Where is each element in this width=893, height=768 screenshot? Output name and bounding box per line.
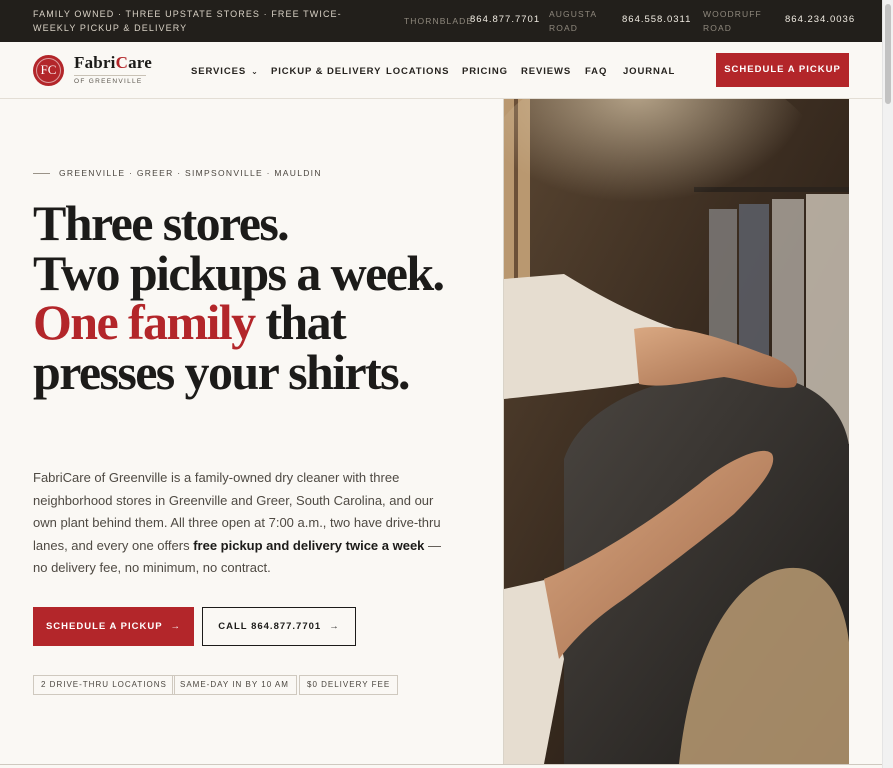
hero-description: FabriCare of Greenville is a family-owne… xyxy=(33,467,448,580)
scrollbar-thumb[interactable] xyxy=(885,4,891,104)
nav-pricing[interactable]: PRICING xyxy=(462,66,508,77)
chevron-down-icon: ⌄ xyxy=(251,67,259,76)
hero-photo-illustration xyxy=(504,99,849,764)
arrow-right-icon: → xyxy=(329,621,340,632)
chip-same-day: SAME-DAY IN BY 10 AM xyxy=(172,675,297,695)
call-button-label: CALL 864.877.7701 xyxy=(218,621,322,632)
brand-name-part3: are xyxy=(128,53,152,72)
location-name-augusta: AUGUSTA ROAD xyxy=(549,9,597,33)
headline-accent: One family xyxy=(33,294,256,350)
location-name-thornblade: THORNBLADE xyxy=(404,16,474,26)
logo-monogram: FC xyxy=(40,62,57,77)
hero-content: GREENVILLE · GREER · SIMPSONVILLE · MAUL… xyxy=(0,99,503,764)
nav-services-label: SERVICES xyxy=(191,66,247,77)
hero-headline: Three stores. Two pickups a week. One fa… xyxy=(33,198,493,397)
nav-faq[interactable]: FAQ xyxy=(585,66,607,77)
brand-name-part1: Fabri xyxy=(74,53,116,72)
nav-services[interactable]: SERVICES ⌄ xyxy=(191,66,259,77)
brand-name[interactable]: FabriCare xyxy=(74,53,152,73)
arrow-right-icon: → xyxy=(170,621,182,632)
schedule-pickup-header-button[interactable]: SCHEDULE A PICKUP xyxy=(716,53,849,87)
nav-locations[interactable]: LOCATIONS xyxy=(386,66,449,77)
location-name-woodruff: WOODRUFF ROAD xyxy=(703,9,762,33)
lede-strong: free pickup and delivery twice a week xyxy=(193,537,425,553)
brand-subtitle: OF GREENVILLE xyxy=(74,75,146,85)
phone-woodruff[interactable]: 864.234.0036 xyxy=(785,14,855,25)
eyebrow-dash xyxy=(33,173,50,175)
schedule-pickup-label: SCHEDULE A PICKUP xyxy=(45,621,163,632)
headline-line1: Three stores. xyxy=(33,195,290,251)
chip-delivery-fee: $0 DELIVERY FEE xyxy=(299,675,399,695)
schedule-pickup-button[interactable]: SCHEDULE A PICKUP → xyxy=(33,607,194,646)
nav-journal[interactable]: JOURNAL xyxy=(623,66,675,77)
service-areas-eyebrow: GREENVILLE · GREER · SIMPSONVILLE · MAUL… xyxy=(33,168,322,178)
chip-drive-thru: 2 DRIVE-THRU LOCATIONS xyxy=(33,675,175,695)
page-scrollbar[interactable] xyxy=(882,0,893,768)
phone-augusta[interactable]: 864.558.0311 xyxy=(622,14,691,25)
logo-mark[interactable]: FC xyxy=(33,55,64,86)
call-button[interactable]: CALL 864.877.7701 → xyxy=(202,607,356,646)
phone-thornblade[interactable]: 864.877.7701 xyxy=(470,14,540,25)
top-utility-bar: FAMILY OWNED · THREE UPSTATE STORES · FR… xyxy=(0,0,882,42)
brand-name-part2: C xyxy=(115,53,129,72)
tagline: FAMILY OWNED · THREE UPSTATE STORES · FR… xyxy=(33,9,342,33)
site-header: FC FabriCare OF GREENVILLE SERVICES ⌄ PIC… xyxy=(0,42,882,99)
eyebrow-text: GREENVILLE · GREER · SIMPSONVILLE · MAUL… xyxy=(59,168,322,178)
nav-pickup-delivery[interactable]: PICKUP & DELIVERY xyxy=(271,66,381,77)
headline-line2: Two pickups a week. xyxy=(33,244,445,301)
nav-reviews[interactable]: REVIEWS xyxy=(521,66,571,77)
bottom-divider xyxy=(0,764,882,768)
hero-photo xyxy=(503,99,849,764)
